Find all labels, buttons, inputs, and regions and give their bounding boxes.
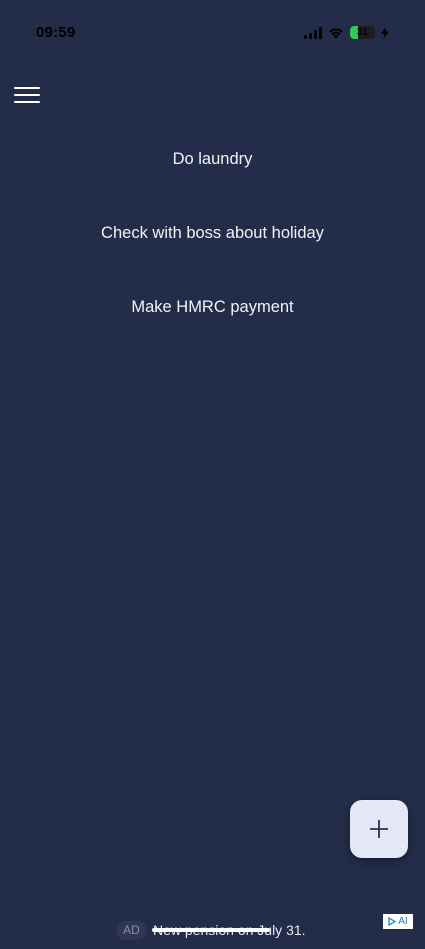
adchoices-button[interactable]: AI	[383, 914, 413, 929]
task-list: Do laundry Check with boss about holiday…	[0, 145, 425, 367]
battery-icon: 31	[350, 26, 375, 39]
plus-icon	[370, 820, 388, 838]
status-time: 09:59	[36, 24, 76, 41]
wifi-icon	[328, 27, 344, 39]
adchoices-label: AI	[398, 916, 408, 927]
adchoices-icon	[388, 917, 397, 926]
ad-badge: AD	[116, 921, 147, 940]
status-icons: 31	[304, 26, 389, 39]
charging-bolt-icon	[381, 26, 389, 39]
task-item-check-with-boss[interactable]: Check with boss about holiday	[0, 219, 425, 247]
hamburger-menu-icon[interactable]	[14, 84, 41, 106]
task-item-do-laundry[interactable]: Do laundry	[0, 145, 425, 173]
ad-banner[interactable]: AD New pension on July 31. AI	[0, 914, 425, 949]
home-indicator	[152, 928, 270, 932]
add-task-button[interactable]	[350, 800, 408, 858]
battery-level: 31	[356, 27, 369, 38]
status-bar: 09:59 31	[0, 0, 425, 60]
task-item-make-hmrc-payment[interactable]: Make HMRC payment	[0, 293, 425, 321]
signal-icon	[304, 26, 322, 39]
